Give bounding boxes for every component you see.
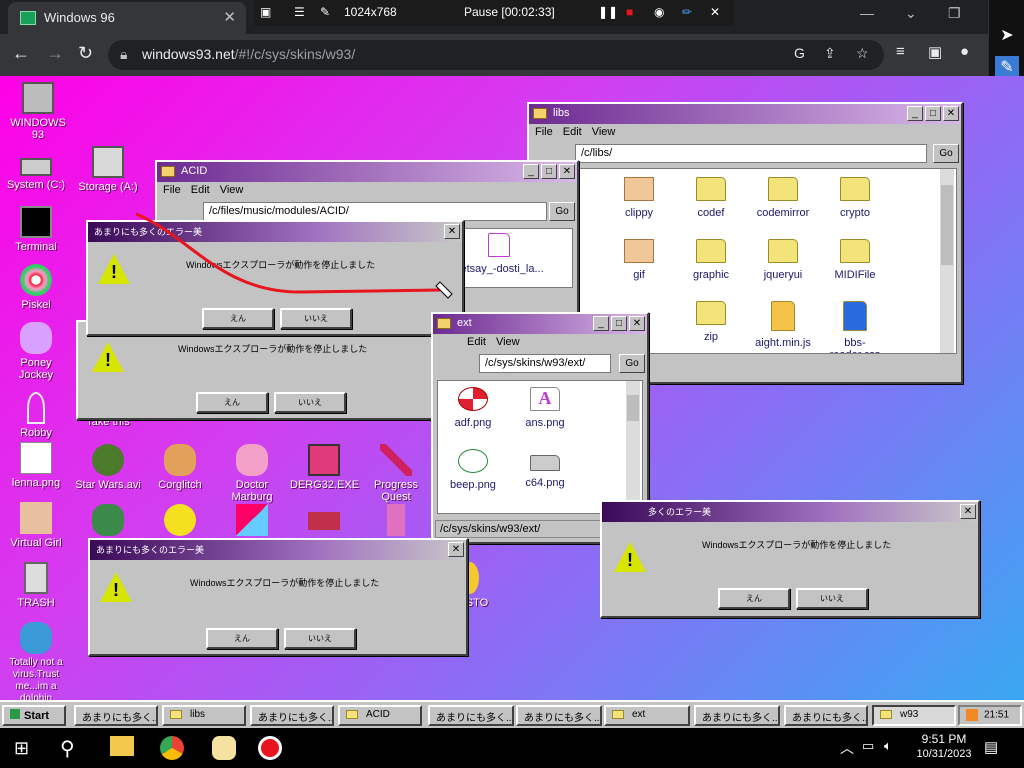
profile-icon[interactable]: ● (960, 43, 969, 60)
w93-taskbar: Start あまりにも多く... libs あまりにも多く... ACID あま… (0, 700, 1024, 728)
close-tab-icon[interactable]: ✕ (223, 8, 236, 26)
windows-favicon-icon (20, 11, 36, 25)
tray-clock: 21:51 (984, 709, 1010, 721)
desktop: WINDOWS 93 System (C:) Storage (A:) Term… (0, 76, 1024, 704)
os-taskbar: ⊞ ⚲ ︿ ▭ 🔈︎ 9:51 PM 10/31/2023 ▤ (0, 728, 1024, 768)
pin-icon[interactable]: ✎ (320, 5, 330, 19)
google-icon[interactable]: G (794, 45, 805, 61)
taskbar-item[interactable]: あまりにも多く... (250, 705, 334, 726)
taskbar-item[interactable]: あまりにも多く... (74, 705, 158, 726)
pen-icon[interactable]: ✏ (682, 5, 692, 19)
bookmark-star-icon[interactable]: ☆ (856, 45, 869, 62)
chevron-down-icon[interactable]: ⌄ (905, 5, 917, 22)
windows-start-icon[interactable]: ⊞ (14, 738, 29, 759)
notifications-icon[interactable]: ▤ (984, 738, 998, 756)
cursor-icon[interactable]: ➤ (995, 24, 1019, 48)
app-icon[interactable] (212, 736, 236, 760)
browser-tab[interactable]: Windows 96 ✕ (8, 2, 246, 34)
address-bar[interactable]: 🔒︎ windows93.net/#!/c/sys/skins/w93/ G ⇪… (108, 40, 884, 70)
network-icon[interactable]: ▭ (862, 738, 874, 754)
share-icon[interactable]: ⇪ (824, 45, 836, 62)
taskbar-label: ext (632, 709, 646, 720)
taskbar-label: libs (190, 709, 206, 720)
taskbar-item-active[interactable]: w93 (872, 705, 956, 726)
taskbar-item[interactable]: ACID (338, 705, 422, 726)
screen-recorder-bar: ▣ ☰ ✎ 1024x768 Pause [00:02:33] ❚❚ ■ ◉ ✏… (254, 0, 734, 26)
close-recorder-icon[interactable]: ✕ (710, 5, 720, 19)
volume-icon[interactable]: 🔈︎ (884, 738, 892, 754)
recorder-status: Pause [00:02:33] (464, 5, 555, 19)
lock-icon: 🔒︎ (120, 46, 128, 62)
taskbar-item[interactable]: libs (162, 705, 246, 726)
camera-icon[interactable]: ◉ (654, 5, 664, 19)
back-icon[interactable]: ← (12, 43, 30, 64)
browser-toolbar: ← → ↻ 🔒︎ windows93.net/#!/c/sys/skins/w9… (0, 34, 988, 76)
side-panel-icon[interactable]: ▣ (928, 43, 942, 61)
minimize-window-icon[interactable]: — (860, 5, 874, 21)
taskbar-label: w93 (900, 709, 919, 720)
rss-icon[interactable] (966, 709, 978, 721)
restore-window-icon[interactable]: ❐ (948, 5, 961, 22)
reload-icon[interactable]: ↻ (78, 43, 93, 64)
stop-icon[interactable]: ■ (626, 5, 633, 19)
os-clock-date: 10/31/2023 (916, 748, 972, 760)
reading-list-icon[interactable]: ≡ (896, 43, 905, 60)
forward-icon[interactable]: → (46, 43, 64, 64)
taskbar-label: ACID (366, 709, 390, 720)
tab-title: Windows 96 (44, 10, 115, 25)
resolution-label: 1024x768 (344, 5, 397, 19)
taskbar-item[interactable]: あまりにも多く... (516, 705, 602, 726)
url-path: /#!/c/sys/skins/w93/ (234, 46, 356, 62)
taskbar-item[interactable]: あまりにも多く... (428, 705, 514, 726)
file-explorer-icon[interactable] (110, 736, 134, 756)
chrome-icon[interactable] (160, 736, 184, 760)
taskbar-item[interactable]: ext (604, 705, 690, 726)
menu-icon[interactable]: ☰ (294, 5, 305, 19)
url-domain: windows93.net (142, 46, 235, 62)
annotation-overlay (135, 212, 453, 299)
taskbar-item[interactable]: あまりにも多く... (694, 705, 780, 726)
red-pen-stroke (135, 212, 441, 294)
record-icon[interactable] (258, 736, 282, 760)
pause-icon[interactable]: ❚❚ (598, 5, 618, 19)
search-icon[interactable]: ⚲ (60, 736, 75, 761)
os-clock-time: 9:51 PM (921, 732, 967, 746)
system-tray: 21:51 (958, 705, 1022, 726)
chevron-up-icon[interactable]: ︿ (840, 738, 854, 758)
start-label: Start (24, 710, 50, 722)
start-button[interactable]: Start (2, 705, 66, 726)
taskbar-item[interactable]: あまりにも多く... (784, 705, 868, 726)
recorder-app-icon: ▣ (260, 5, 272, 19)
